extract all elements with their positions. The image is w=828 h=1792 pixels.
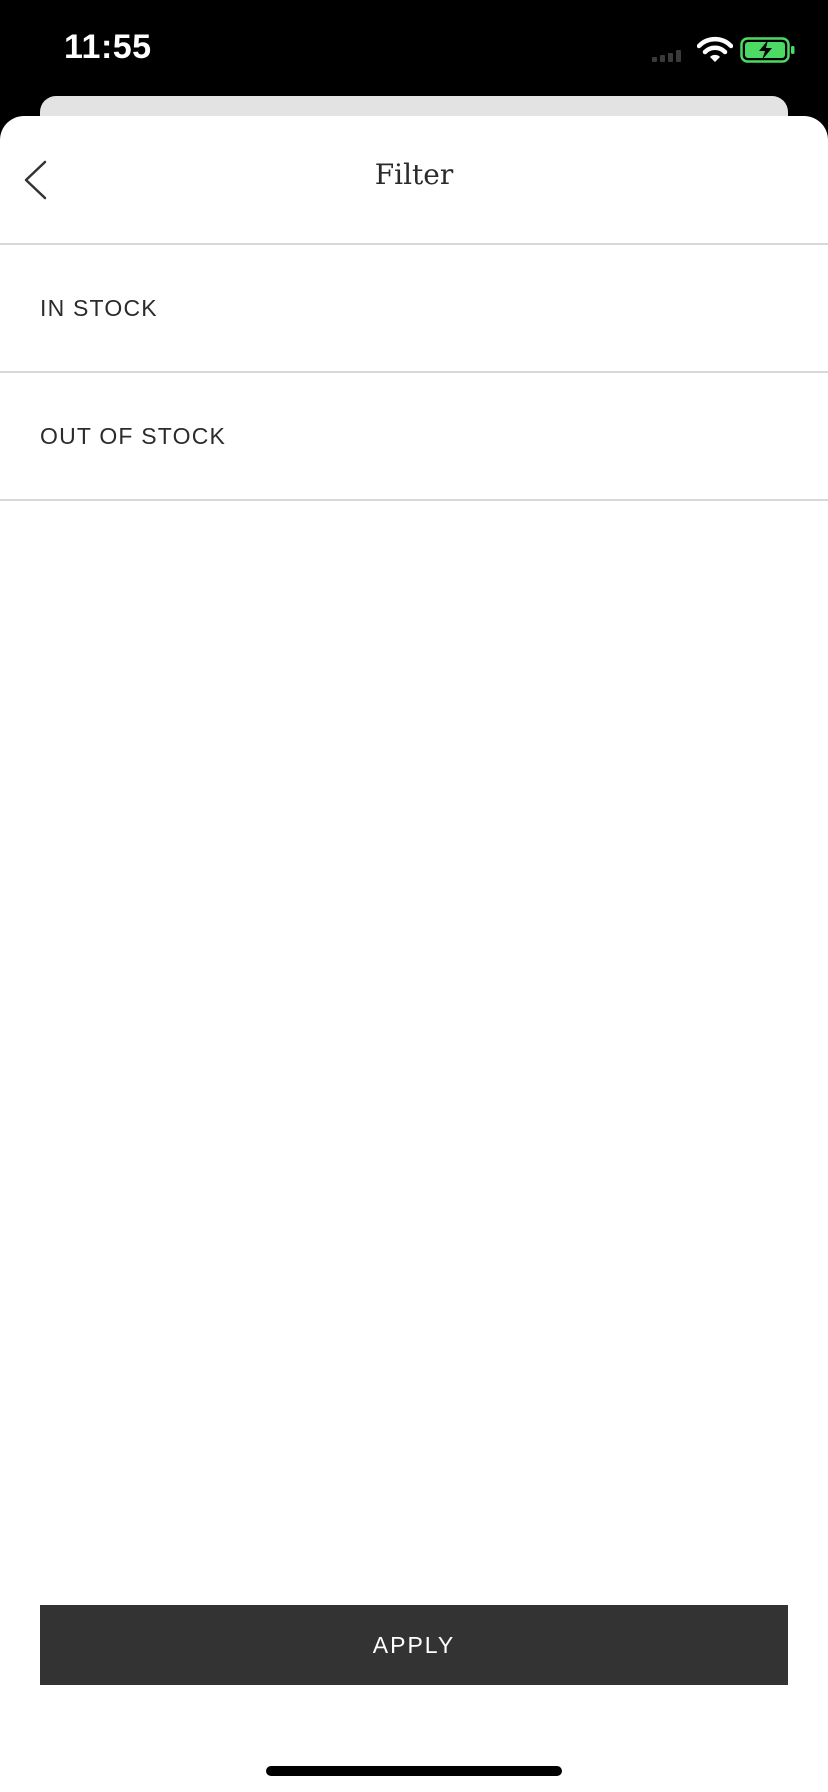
page-title: Filter	[374, 158, 454, 191]
sheet-header: Filter	[0, 116, 828, 245]
battery-charging-icon	[740, 37, 795, 63]
filter-list: IN STOCK OUT OF STOCK	[0, 245, 828, 501]
filter-option-in-stock[interactable]: IN STOCK	[0, 245, 828, 373]
filter-sheet: Filter IN STOCK OUT OF STOCK APPLY	[0, 116, 828, 1792]
filter-option-label: OUT OF STOCK	[40, 422, 227, 449]
wifi-icon	[697, 36, 733, 62]
apply-button[interactable]: APPLY	[40, 1605, 788, 1685]
status-bar: 11:55	[0, 0, 828, 100]
home-indicator	[266, 1766, 562, 1776]
filter-option-out-of-stock[interactable]: OUT OF STOCK	[0, 373, 828, 501]
signal-icon	[652, 50, 682, 62]
filter-option-label: IN STOCK	[40, 294, 158, 321]
status-time: 11:55	[64, 28, 152, 66]
